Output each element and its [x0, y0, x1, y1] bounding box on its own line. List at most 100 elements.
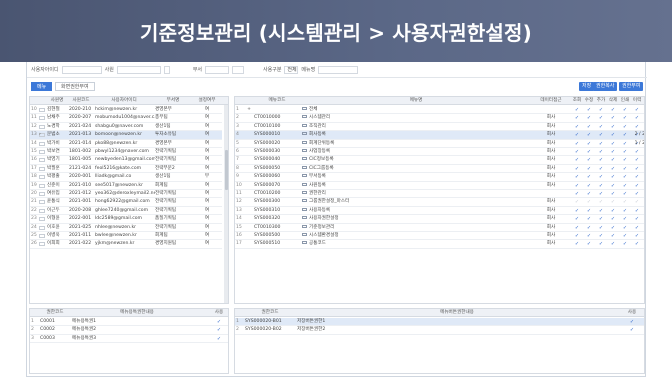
menu-input[interactable]: [318, 65, 359, 74]
special-col-header[interactable]: 메뉴용특권한내용: [72, 309, 202, 317]
row-checkbox[interactable]: [39, 158, 45, 163]
permission-checkbox[interactable]: ✓: [583, 131, 595, 139]
menu-row[interactable]: 12 SYS000300 그룹권한설정_마스터 회사 ✓ ✓ ✓ ✓ ✓ ✓: [235, 198, 644, 207]
menu-name[interactable]: 전체: [302, 106, 530, 114]
permission-checkbox[interactable]: ✓: [571, 173, 583, 181]
user-row[interactable]: 25 이병욱 2021-011 bwlee@newzen.kr 회계팀 여: [30, 232, 222, 241]
permission-checkbox[interactable]: ✓: [607, 114, 619, 122]
menu-col-header[interactable]: 조회: [571, 97, 583, 105]
menu-col-header[interactable]: 데이터접근: [531, 97, 571, 105]
menu-row[interactable]: 7 SYS000040 CIC정보등록 회사 ✓ ✓ ✓ ✓ ✓ ✓: [235, 156, 644, 165]
use-checkbox[interactable]: ✓: [212, 335, 226, 343]
menu-name[interactable]: 부서등록: [302, 173, 530, 181]
permission-checkbox[interactable]: ✓: [583, 232, 595, 240]
permission-checkbox[interactable]: ✓: [619, 165, 631, 173]
user-grid-scroll-thumb[interactable]: [225, 150, 228, 190]
user-row[interactable]: 19 신준이 2021-010 see5017@newzen.kr 회계팀 여: [30, 182, 222, 190]
permission-checkbox[interactable]: ✓: [571, 140, 583, 148]
user-row[interactable]: 15 박보연 1801-002 pbwyl1234@naver.com 전략기획팀 여: [30, 148, 222, 157]
menu-row[interactable]: 17 SYS000510 공통코드 회사 ✓ ✓ ✓ ✓ ✓ ✓: [235, 240, 644, 249]
copy-permission-button[interactable]: 권한복사: [593, 82, 618, 91]
menu-col-header[interactable]: 수정: [583, 97, 595, 105]
user-row[interactable]: 26 이희희 2021-022 yjkm@newzen.kr 경영지원팀 여: [30, 240, 222, 249]
menu-name[interactable]: 회계단위등록: [302, 140, 530, 148]
permission-checkbox[interactable]: ✓: [583, 215, 595, 223]
permission-checkbox[interactable]: ✓: [583, 182, 595, 190]
row-checkbox[interactable]: [39, 141, 45, 146]
menu-name[interactable]: 공통코드: [302, 240, 530, 248]
tree-toggle[interactable]: +: [245, 106, 253, 114]
permission-checkbox[interactable]: ✓: [619, 173, 631, 181]
permission-checkbox[interactable]: ✓: [595, 190, 607, 198]
menu-name[interactable]: 권한관리: [302, 190, 530, 198]
row-checkbox[interactable]: [39, 150, 45, 154]
permission-checkbox[interactable]: ✓: [583, 148, 595, 156]
menu-name[interactable]: 사업장등록: [302, 148, 530, 156]
permission-checkbox[interactable]: ✓: [571, 114, 583, 122]
permission-checkbox[interactable]: ✓: [595, 182, 607, 190]
special-col-header[interactable]: 권한코드: [40, 309, 70, 317]
permission-checkbox[interactable]: ✓: [607, 140, 619, 148]
permission-checkbox[interactable]: ✓: [583, 123, 595, 131]
menu-row[interactable]: 10 SYS000070 사원등록 회사 ✓ ✓ ✓ ✓ ✓ ✓: [235, 182, 644, 190]
permission-checkbox[interactable]: ✓: [619, 215, 631, 223]
row-checkbox[interactable]: [39, 183, 45, 188]
user-row[interactable]: 23 이형윤 2022-001 ldc2589@gmail.com 품질기획팀 여: [30, 215, 222, 224]
user-row[interactable]: 12 노경학 2021-024 shabgu0@naver.com 생산1팀 여: [30, 123, 222, 132]
permission-checkbox[interactable]: ✓: [607, 148, 619, 156]
user-col-header[interactable]: 사원명: [46, 97, 68, 105]
row-checkbox[interactable]: [39, 116, 45, 121]
row-checkbox[interactable]: [39, 225, 45, 230]
data-access[interactable]: 회사: [532, 156, 570, 164]
permission-checkbox[interactable]: ✓: [631, 148, 643, 156]
permission-checkbox[interactable]: ✓: [631, 165, 643, 173]
permission-checkbox[interactable]: ✓: [619, 190, 631, 198]
permission-checkbox[interactable]: ✓: [571, 123, 583, 131]
user-col-header[interactable]: 설정여부: [192, 97, 222, 105]
menu-name[interactable]: 사용자권한설정: [302, 215, 530, 223]
user-row[interactable]: 10 김현철 2020-210 hckim@newzen.kr 경영본부 여: [30, 106, 222, 115]
permission-checkbox[interactable]: ✓: [583, 106, 595, 114]
menu-name[interactable]: 조직관리: [302, 123, 530, 131]
dept-input[interactable]: [205, 65, 230, 74]
permission-checkbox[interactable]: ✓: [607, 240, 619, 248]
permission-checkbox[interactable]: ✓: [631, 215, 643, 223]
permission-checkbox[interactable]: ✓: [595, 232, 607, 240]
menu-name[interactable]: CIC정보등록: [302, 156, 530, 164]
data-access[interactable]: 회사: [532, 140, 570, 148]
permission-checkbox[interactable]: ✓: [595, 173, 607, 181]
menu-row[interactable]: 1 + 전체 ✓ ✓ ✓ ✓ ✓ ✓: [235, 106, 644, 115]
menu-col-header[interactable]: 인쇄: [619, 97, 631, 105]
permission-checkbox[interactable]: ✓: [631, 182, 643, 190]
user-id-input[interactable]: [61, 65, 102, 74]
permission-checkbox[interactable]: ✓: [607, 131, 619, 139]
save-button[interactable]: 저장: [579, 82, 595, 91]
special-row[interactable]: 3 C0003 메뉴용특권3 ✓: [30, 335, 228, 344]
user-name-lookup-button[interactable]: [163, 65, 170, 74]
permission-checkbox[interactable]: ✓: [595, 198, 607, 206]
data-access[interactable]: 회사: [532, 173, 570, 181]
row-checkbox[interactable]: [39, 234, 45, 238]
menu-row[interactable]: 14 SYS000320 사용자권한설정 회사 ✓ ✓ ✓ ✓ ✓ ✓: [235, 215, 644, 224]
permission-checkbox[interactable]: ✓: [595, 165, 607, 173]
menu-col-header[interactable]: 이력: [631, 97, 643, 105]
permission-checkbox[interactable]: ✓: [607, 156, 619, 164]
permission-checkbox[interactable]: ✓: [607, 215, 619, 223]
menu-name[interactable]: 사원등록: [302, 182, 530, 190]
row-checkbox[interactable]: [39, 208, 45, 213]
row-checkbox[interactable]: [39, 200, 45, 205]
permission-checkbox[interactable]: ✓: [595, 240, 607, 248]
special-row[interactable]: 1 C0001 메뉴용특권1 ✓: [30, 318, 228, 327]
permission-checkbox[interactable]: ✓: [631, 173, 643, 181]
permission-checkbox[interactable]: ✓: [631, 114, 643, 122]
user-row[interactable]: 14 박가비 2021-014 pko88@newzen.kr 경영본부 여: [30, 140, 222, 148]
permission-checkbox[interactable]: ✓: [583, 114, 595, 122]
permission-checkbox[interactable]: ✓: [583, 207, 595, 215]
permission-checkbox[interactable]: ✓: [631, 224, 643, 232]
user-row[interactable]: 24 이호윤 2021-025 nhlee@newzen.kr 전략기획팀 여: [30, 224, 222, 232]
permission-checkbox[interactable]: ✓: [571, 131, 583, 139]
role-select[interactable]: 전체: [284, 65, 299, 74]
user-row[interactable]: 11 남채주 2020-207 mobumodu1004@naver.c.. 총무팀 여: [30, 114, 222, 123]
permission-checkbox[interactable]: ✓: [595, 156, 607, 164]
permission-checkbox[interactable]: ✓: [571, 198, 583, 206]
